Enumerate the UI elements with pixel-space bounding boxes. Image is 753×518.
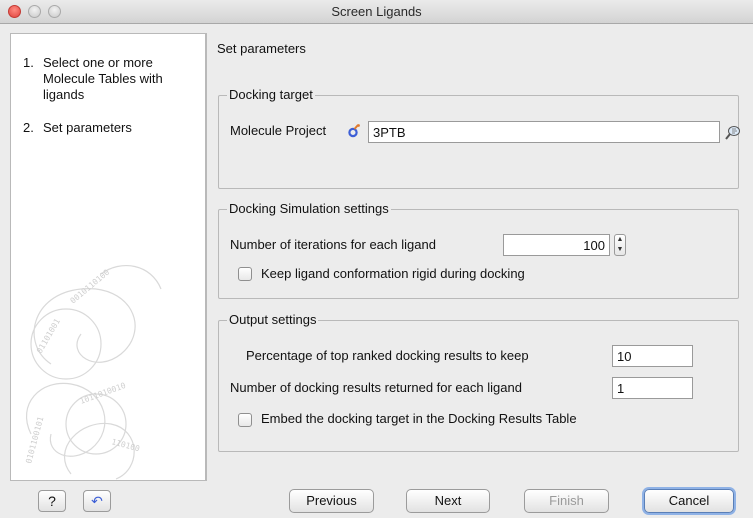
percentage-label: Percentage of top ranked docking results…: [246, 348, 529, 363]
step-number: 2.: [23, 120, 34, 135]
molecule-project-icon: [348, 124, 360, 138]
keep-rigid-checkbox[interactable]: [238, 267, 252, 281]
results-count-label: Number of docking results returned for e…: [230, 380, 522, 395]
iterations-field[interactable]: [503, 234, 610, 256]
undo-icon: ↶: [91, 493, 103, 509]
percentage-field[interactable]: [612, 345, 693, 367]
svg-text:0010110100: 0010110100: [69, 268, 112, 306]
stepper-down-icon[interactable]: ▼: [615, 245, 625, 255]
wizard-steps-panel: 1. Select one or more Molecule Tables wit…: [10, 33, 206, 481]
molecule-project-field[interactable]: [368, 121, 720, 143]
panel-title: Set parameters: [217, 41, 306, 56]
reset-button[interactable]: ↶: [83, 490, 111, 512]
window-title: Screen Ligands: [331, 4, 422, 19]
iterations-stepper[interactable]: ▲ ▼: [614, 234, 626, 256]
step-label: Select one or more Molecule Tables with …: [43, 55, 163, 102]
output-settings-group: Output settings Percentage of top ranked…: [218, 312, 739, 452]
results-count-field[interactable]: [612, 377, 693, 399]
step-label: Set parameters: [43, 120, 132, 135]
help-icon: ?: [48, 493, 56, 509]
cancel-button[interactable]: Cancel: [644, 489, 734, 513]
wizard-step-set-parameters[interactable]: 2. Set parameters: [23, 120, 193, 136]
embed-target-label: Embed the docking target in the Docking …: [261, 411, 577, 426]
svg-text:01101001: 01101001: [35, 317, 62, 355]
output-settings-legend: Output settings: [227, 312, 319, 327]
parameters-panel: Set parameters Docking target Molecule P…: [206, 33, 746, 481]
help-button[interactable]: ?: [38, 490, 66, 512]
step-number: 1.: [23, 55, 34, 70]
iterations-label: Number of iterations for each ligand: [230, 237, 436, 252]
stepper-up-icon[interactable]: ▲: [615, 235, 625, 245]
embed-target-checkbox[interactable]: [238, 413, 252, 427]
docking-target-group: Docking target Molecule Project: [218, 87, 742, 189]
decorative-binary-swirl: 0010110100 01101001 1011010010 010110010…: [24, 265, 162, 480]
docking-target-legend: Docking target: [227, 87, 315, 102]
keep-rigid-label: Keep ligand conformation rigid during do…: [261, 266, 525, 281]
docking-simulation-group: Docking Simulation settings Number of it…: [218, 201, 739, 299]
svg-text:1011010010: 1011010010: [79, 381, 128, 406]
screen-ligands-dialog: Screen Ligands 1. Select one or more Mole…: [0, 0, 753, 518]
molecule-project-label: Molecule Project: [230, 123, 327, 138]
finish-button: Finish: [524, 489, 609, 513]
browse-icon[interactable]: [724, 123, 742, 141]
title-bar: Screen Ligands: [0, 0, 753, 24]
next-button[interactable]: Next: [406, 489, 490, 513]
previous-button[interactable]: Previous: [289, 489, 374, 513]
wizard-step-select-tables[interactable]: 1. Select one or more Molecule Tables wit…: [23, 55, 203, 103]
svg-text:110100: 110100: [110, 437, 140, 453]
docking-simulation-legend: Docking Simulation settings: [227, 201, 391, 216]
